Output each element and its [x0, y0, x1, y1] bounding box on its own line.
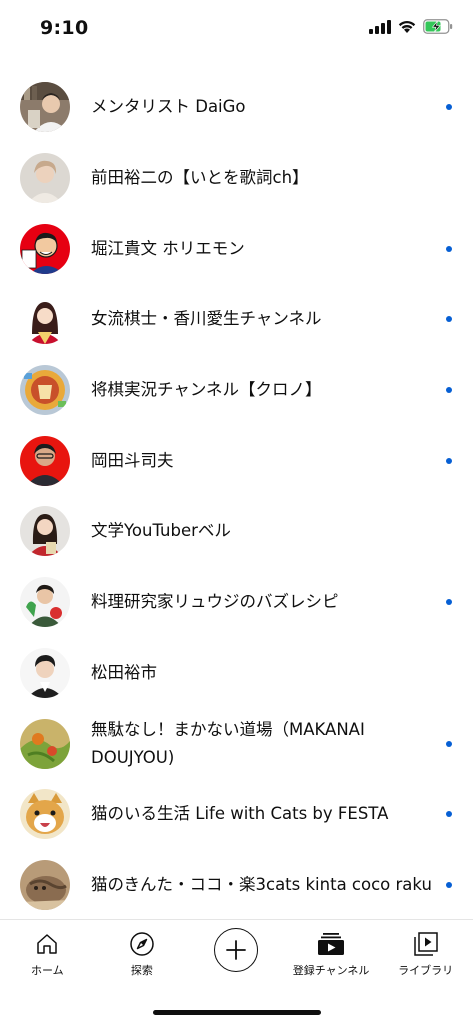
new-content-dot	[446, 740, 452, 747]
channel-name: 岡田斗司夫	[91, 450, 174, 470]
nav-library-label: ライブラリ	[398, 964, 454, 977]
ryuji-avatar	[20, 577, 70, 628]
new-content-dot	[446, 881, 452, 888]
plus-icon	[226, 940, 247, 960]
nav-subscriptions[interactable]: 登録チャンネル	[284, 920, 379, 990]
wifi-icon	[398, 21, 416, 33]
channel-row[interactable]: 将棋実況チャンネル【クロノ】	[0, 355, 473, 426]
new-content-dot	[446, 387, 452, 394]
channel-name: メンタリスト DaiGo	[91, 97, 246, 117]
nav-subscriptions-label: 登録チャンネル	[292, 964, 370, 977]
subscriptions-icon	[318, 933, 345, 955]
nav-home-label: ホーム	[30, 964, 64, 977]
channel-row[interactable]: 文学YouTuberベル	[0, 496, 473, 567]
channel-row[interactable]: 堀江貴文 ホリエモン	[0, 213, 473, 284]
channel-name: 料理研究家リュウジのバズレシピ	[91, 592, 339, 612]
new-content-dot	[446, 245, 452, 252]
nav-create[interactable]	[189, 920, 284, 990]
channel-name: 堀江貴文 ホリエモン	[91, 238, 245, 258]
kagawa-avatar	[20, 294, 70, 345]
channel-name: 女流棋士・香川愛生チャンネル	[91, 309, 322, 329]
channel-name: 松田裕市	[91, 662, 157, 682]
channel-row[interactable]: メンタリスト DaiGo	[0, 72, 473, 143]
channel-name: 前田裕二の【いとを歌詞ch】	[91, 168, 309, 188]
channel-row[interactable]: 女流棋士・香川愛生チャンネル	[0, 284, 473, 355]
battery-charging-icon	[423, 19, 453, 34]
bottom-navigation: ホーム 探索 登録チャンネル ライブラリ	[0, 920, 473, 990]
status-icons	[369, 19, 453, 34]
cellular-signal-icon	[369, 19, 391, 34]
channel-row[interactable]: 松田裕市	[0, 638, 473, 709]
channel-name: 文学YouTuberベル	[91, 521, 231, 541]
nav-library[interactable]: ライブラリ	[378, 920, 473, 990]
new-content-dot	[446, 811, 452, 818]
home-icon	[37, 934, 58, 954]
channel-name: 無駄なし！まかない道場（MAKANAI DOUJYOU)	[91, 719, 365, 767]
channel-row[interactable]: 前田裕二の【いとを歌詞ch】	[0, 143, 473, 214]
nav-home[interactable]: ホーム	[0, 920, 95, 990]
maeda-avatar	[20, 153, 70, 204]
new-content-dot	[446, 316, 452, 323]
library-icon	[413, 932, 438, 956]
makanai-avatar	[20, 718, 70, 769]
channel-row[interactable]: 岡田斗司夫	[0, 425, 473, 496]
channel-row[interactable]: 無駄なし！まかない道場（MAKANAI DOUJYOU)	[0, 708, 473, 779]
daigo-avatar	[20, 82, 70, 133]
new-content-dot	[446, 104, 452, 111]
subscription-channel-list: メンタリスト DaiGo 前田裕二の【いとを歌詞ch】 堀江貴文 ホリエモン 女…	[0, 72, 473, 920]
nav-explore-label: 探索	[130, 964, 153, 977]
matsuda-avatar	[20, 647, 70, 698]
home-indicator	[152, 1010, 321, 1015]
create-button[interactable]	[214, 928, 259, 972]
channel-row[interactable]: 猫のいる生活 Life with Cats by FESTA	[0, 779, 473, 850]
channel-name: 猫のいる生活 Life with Cats by FESTA	[91, 804, 389, 824]
channel-row[interactable]: 猫のきんた・ココ・楽3cats kinta coco raku	[0, 850, 473, 921]
channel-row[interactable]: 料理研究家リュウジのバズレシピ	[0, 567, 473, 638]
kinta-avatar	[20, 859, 70, 910]
status-time: 9:10	[40, 17, 89, 39]
nav-explore[interactable]: 探索	[95, 920, 190, 990]
compass-icon	[130, 932, 154, 956]
channel-name: 将棋実況チャンネル【クロノ】	[91, 380, 322, 400]
channel-name: 猫のきんた・ココ・楽3cats kinta coco raku	[91, 874, 432, 894]
cat-avatar	[20, 789, 70, 840]
belle-avatar	[20, 506, 70, 557]
kurono-avatar	[20, 365, 70, 416]
okada-avatar	[20, 435, 70, 486]
status-bar: 9:10	[0, 0, 473, 56]
horie-avatar	[20, 223, 70, 274]
new-content-dot	[446, 457, 452, 464]
new-content-dot	[446, 599, 452, 606]
